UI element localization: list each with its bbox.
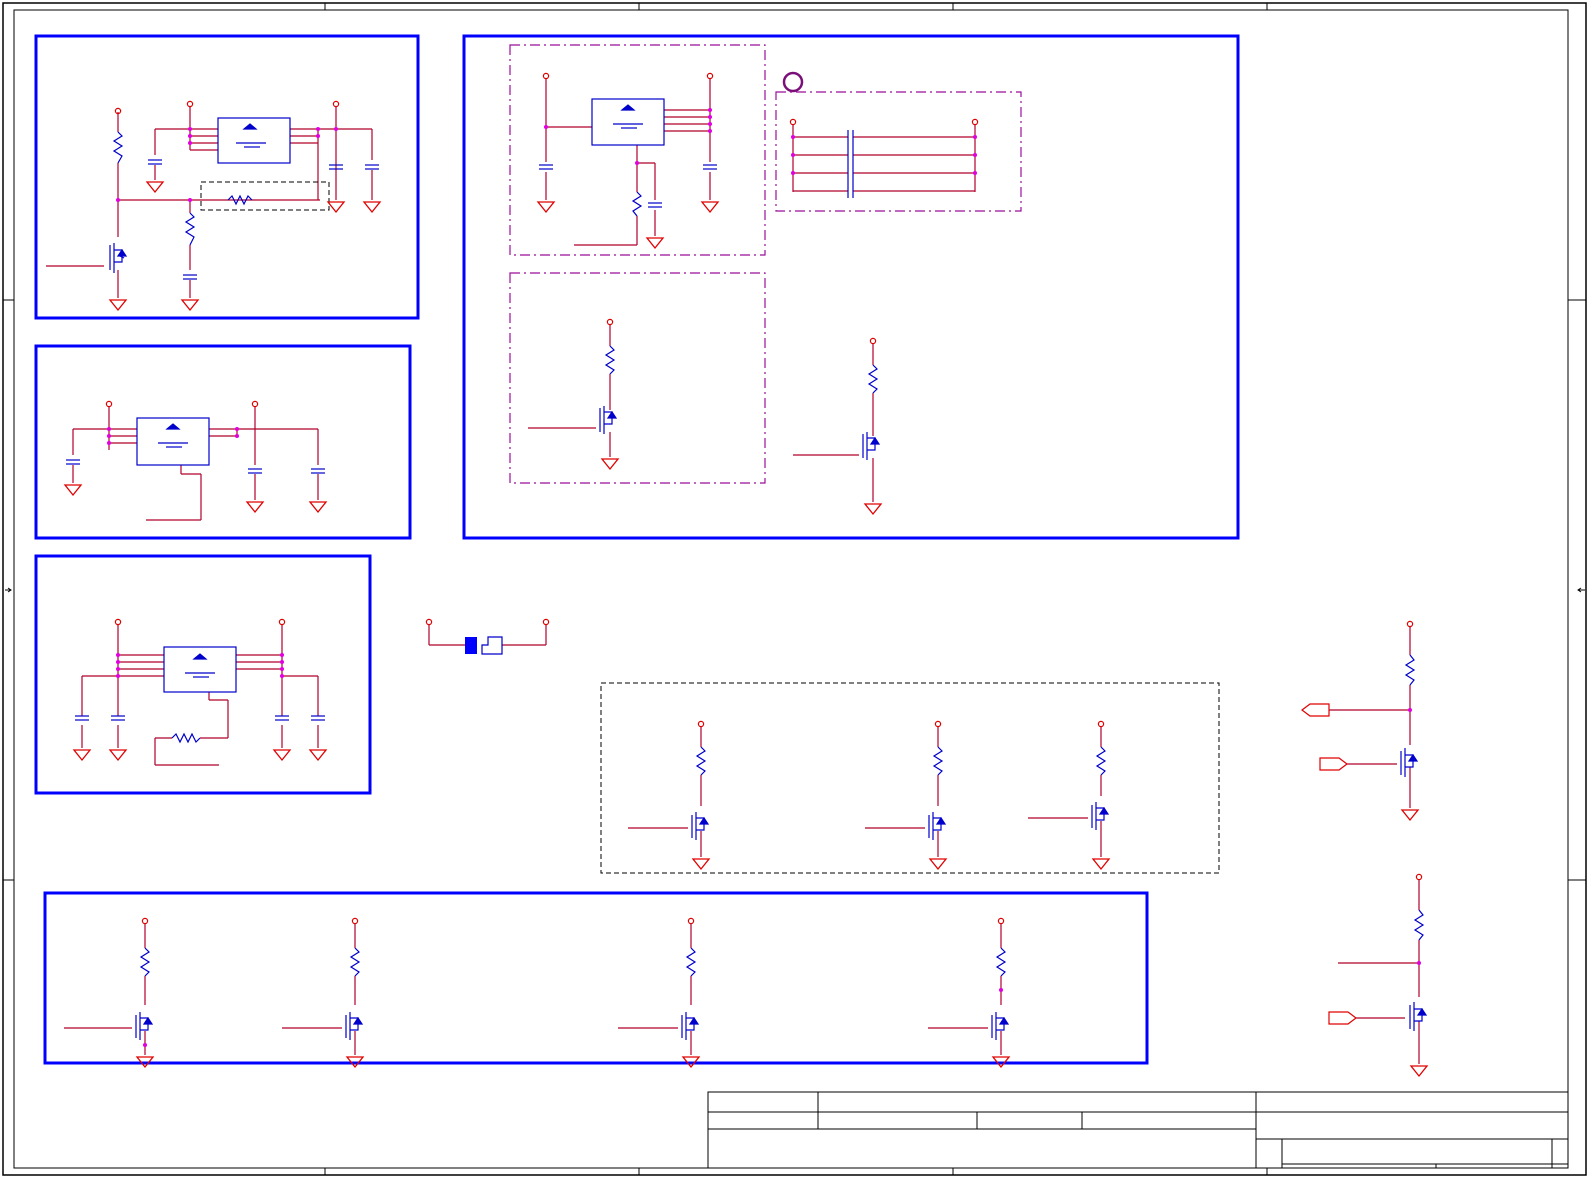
jumper-component <box>425 618 550 655</box>
power-pin-icon <box>114 100 340 115</box>
block-regulator-b <box>34 344 412 540</box>
block-regulator-a <box>34 34 420 320</box>
title-block <box>707 1091 1569 1169</box>
power-pin-icon <box>789 118 979 126</box>
level-shifter-bottom <box>1328 873 1428 1077</box>
ground-icon <box>64 484 327 513</box>
power-pin-icon <box>105 400 259 408</box>
mosfet-icon <box>599 345 618 434</box>
port-icon <box>1301 703 1330 717</box>
block-main-right <box>462 34 1240 540</box>
block-regulator-c <box>34 554 372 795</box>
port-icon <box>1328 1011 1357 1025</box>
schematic-sheet <box>2 2 1587 1176</box>
mosfet-icon <box>862 364 881 460</box>
level-shifter-top <box>1301 620 1419 821</box>
ground-icon <box>537 201 719 249</box>
block-switches-f <box>43 891 1149 1068</box>
power-pin-icon <box>542 72 714 80</box>
port-icon <box>1319 757 1348 771</box>
marker-circle-icon <box>782 71 804 93</box>
power-pin-icon <box>114 618 286 626</box>
sheet-frame <box>2 2 1587 1176</box>
switch-group-e <box>600 682 1220 874</box>
ground-icon <box>73 749 327 761</box>
